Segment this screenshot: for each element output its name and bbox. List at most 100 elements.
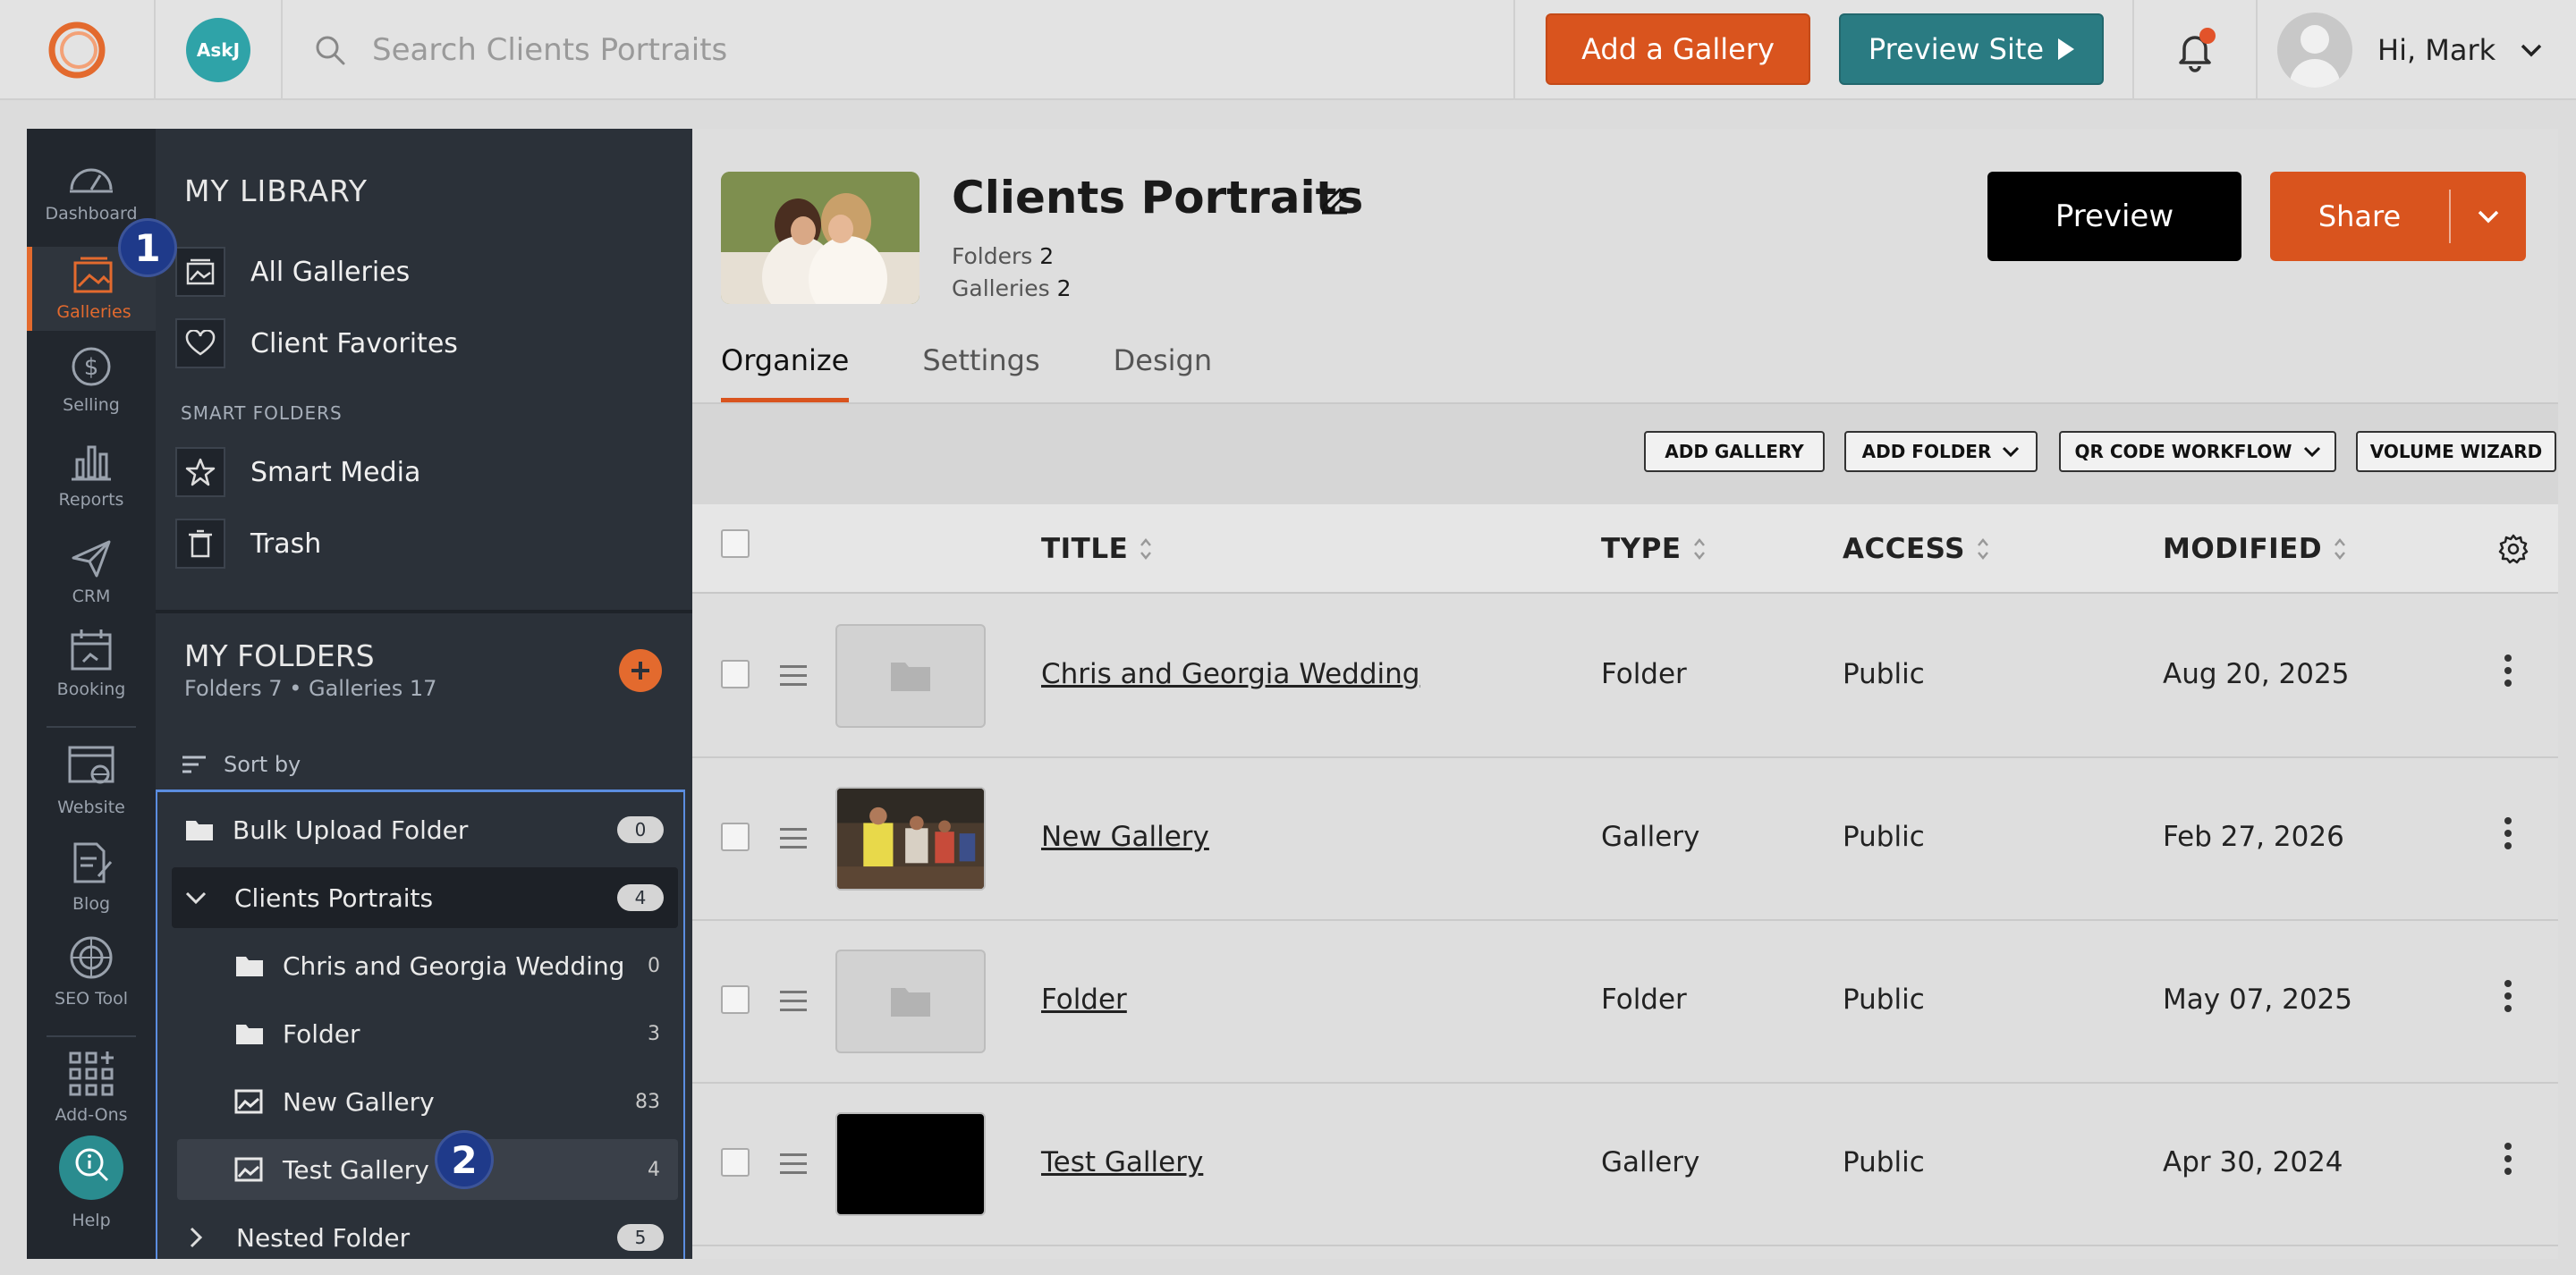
table-row[interactable]: Folder Folder Public May 07, 2025 bbox=[692, 921, 2558, 1084]
column-header-label: TYPE bbox=[1601, 533, 1682, 565]
rail-item-reports[interactable]: Reports bbox=[27, 440, 156, 510]
row-checkbox[interactable] bbox=[721, 985, 750, 1014]
tree-item-test-gallery[interactable]: Test Gallery 4 bbox=[177, 1139, 678, 1200]
tree-item-count: 3 bbox=[648, 1022, 660, 1045]
tree-item-count: 0 bbox=[648, 954, 660, 977]
row-access: Public bbox=[1843, 1146, 1925, 1178]
rail-label-selling: Selling bbox=[63, 395, 120, 415]
table-row[interactable]: New Gallery Gallery Public Feb 27, 2026 bbox=[692, 758, 2558, 921]
qr-code-workflow-button[interactable]: QR CODE WORKFLOW bbox=[2059, 431, 2336, 472]
tab-design[interactable]: Design bbox=[1114, 343, 1212, 402]
row-title-link[interactable]: Folder bbox=[1041, 984, 1127, 1016]
search-input[interactable] bbox=[372, 32, 1445, 68]
library-item-all-galleries[interactable]: All Galleries bbox=[175, 243, 410, 300]
client-favorites-label: Client Favorites bbox=[250, 327, 458, 359]
column-header-title[interactable]: TITLE bbox=[1041, 533, 1153, 565]
row-thumbnail[interactable] bbox=[835, 787, 986, 891]
add-folder-tool-button[interactable]: ADD FOLDER bbox=[1844, 431, 2038, 472]
add-gallery-tool-button[interactable]: ADD GALLERY bbox=[1644, 431, 1825, 472]
row-thumbnail[interactable] bbox=[835, 624, 986, 728]
row-type: Gallery bbox=[1601, 821, 1700, 853]
tree-item-label: Folder bbox=[283, 1018, 360, 1049]
row-thumbnail[interactable] bbox=[835, 1112, 986, 1216]
row-title-link[interactable]: Test Gallery bbox=[1041, 1146, 1203, 1178]
column-header-access[interactable]: ACCESS bbox=[1843, 533, 1990, 565]
drag-handle-icon[interactable] bbox=[780, 665, 807, 692]
add-a-gallery-label: Add a Gallery bbox=[1581, 32, 1775, 66]
rail-item-selling[interactable]: $ Selling bbox=[27, 345, 156, 415]
row-checkbox[interactable] bbox=[721, 1148, 750, 1177]
row-checkbox[interactable] bbox=[721, 823, 750, 851]
row-menu-icon[interactable] bbox=[2504, 817, 2513, 855]
table-row[interactable]: Test Gallery Gallery Public Apr 30, 2024 bbox=[692, 1084, 2558, 1246]
drag-handle-icon[interactable] bbox=[780, 828, 807, 855]
tree-item-count: 83 bbox=[635, 1090, 660, 1113]
add-a-gallery-button[interactable]: Add a Gallery bbox=[1546, 13, 1810, 85]
tab-label: Design bbox=[1113, 343, 1213, 377]
user-menu[interactable]: Hi, Mark bbox=[2258, 0, 2576, 100]
tab-organize[interactable]: Organize bbox=[721, 343, 850, 402]
column-header-type[interactable]: TYPE bbox=[1601, 533, 1707, 565]
library-item-trash[interactable]: Trash bbox=[175, 515, 321, 572]
table-row[interactable]: Chris and Georgia Wedding Folder Public … bbox=[692, 595, 2558, 758]
add-folder-plus-button[interactable] bbox=[619, 649, 662, 692]
gallery-cover-image[interactable] bbox=[721, 172, 919, 304]
library-item-client-favorites[interactable]: Client Favorites bbox=[175, 315, 458, 372]
plus-icon bbox=[631, 662, 649, 680]
tree-item-chris-and-georgia-wedding[interactable]: Chris and Georgia Wedding 0 bbox=[172, 935, 678, 996]
search-bar[interactable] bbox=[283, 0, 1515, 100]
add-folder-tool-label: ADD FOLDER bbox=[1861, 441, 1992, 462]
rail-item-help[interactable]: Help bbox=[27, 1136, 156, 1230]
drag-handle-icon[interactable] bbox=[780, 991, 807, 1017]
row-thumbnail[interactable] bbox=[835, 950, 986, 1053]
volume-wizard-button[interactable]: VOLUME WIZARD bbox=[2356, 431, 2556, 472]
askj-icon: Ask J bbox=[186, 18, 250, 82]
row-menu-icon[interactable] bbox=[2504, 980, 2513, 1017]
tree-item-label: Nested Folder bbox=[236, 1222, 411, 1253]
tree-item-clients-portraits[interactable]: Clients Portraits 4 bbox=[172, 867, 678, 928]
row-title-link[interactable]: Chris and Georgia Wedding bbox=[1041, 658, 1419, 690]
rail-item-seo-tool[interactable]: SEO Tool bbox=[27, 933, 156, 1009]
chevron-right-icon[interactable] bbox=[188, 1226, 204, 1249]
rail-label-help: Help bbox=[72, 1211, 111, 1230]
chevron-down-icon[interactable] bbox=[184, 890, 208, 906]
chevron-down-icon bbox=[2003, 446, 2020, 458]
rail-item-dashboard[interactable]: Dashboard bbox=[27, 156, 156, 224]
drag-handle-icon[interactable] bbox=[780, 1153, 807, 1180]
calendar-icon bbox=[71, 629, 112, 671]
sort-by-control[interactable]: Sort by bbox=[156, 739, 685, 792]
rail-item-add-ons[interactable]: Add-Ons bbox=[27, 1050, 156, 1125]
rail-item-booking[interactable]: Booking bbox=[27, 628, 156, 699]
rail-item-website[interactable]: Website bbox=[27, 744, 156, 817]
askj-button[interactable]: Ask J bbox=[156, 0, 283, 100]
row-modified: Aug 20, 2025 bbox=[2163, 658, 2350, 690]
brand-logo-icon bbox=[48, 21, 106, 79]
tree-item-folder[interactable]: Folder 3 bbox=[172, 1003, 678, 1064]
select-all-checkbox[interactable] bbox=[721, 529, 750, 558]
couple-photo-thumbnail bbox=[721, 172, 919, 304]
share-button[interactable]: Share bbox=[2270, 172, 2526, 261]
notifications-button[interactable] bbox=[2132, 0, 2258, 100]
logo[interactable] bbox=[0, 0, 156, 100]
row-title-link[interactable]: New Gallery bbox=[1041, 821, 1209, 853]
edit-title-button[interactable] bbox=[1318, 182, 1351, 218]
library-item-smart-media[interactable]: Smart Media bbox=[175, 443, 420, 501]
tree-item-nested-folder[interactable]: Nested Folder 5 bbox=[172, 1207, 678, 1259]
share-dropdown-toggle[interactable] bbox=[2451, 209, 2526, 224]
row-checkbox[interactable] bbox=[721, 660, 750, 688]
rail-item-blog[interactable]: Blog bbox=[27, 840, 156, 914]
tree-item-new-gallery[interactable]: New Gallery 83 bbox=[172, 1071, 678, 1132]
notification-dot bbox=[2199, 28, 2216, 44]
sort-icon bbox=[1977, 538, 1988, 560]
tab-settings[interactable]: Settings bbox=[922, 343, 1039, 402]
column-settings-button[interactable] bbox=[2497, 533, 2529, 569]
tree-item-label: Clients Portraits bbox=[234, 882, 434, 913]
rail-item-crm[interactable]: CRM bbox=[27, 536, 156, 606]
tree-item-bulk-upload-folder[interactable]: Bulk Upload Folder 0 bbox=[172, 799, 678, 860]
library-panel: MY LIBRARY All Galleries Client Favorite… bbox=[156, 129, 692, 1259]
row-menu-icon[interactable] bbox=[2504, 1143, 2513, 1180]
row-menu-icon[interactable] bbox=[2504, 654, 2513, 692]
preview-button[interactable]: Preview bbox=[1987, 172, 2241, 261]
column-header-modified[interactable]: MODIFIED bbox=[2163, 533, 2347, 565]
preview-site-button[interactable]: Preview Site bbox=[1839, 13, 2104, 85]
